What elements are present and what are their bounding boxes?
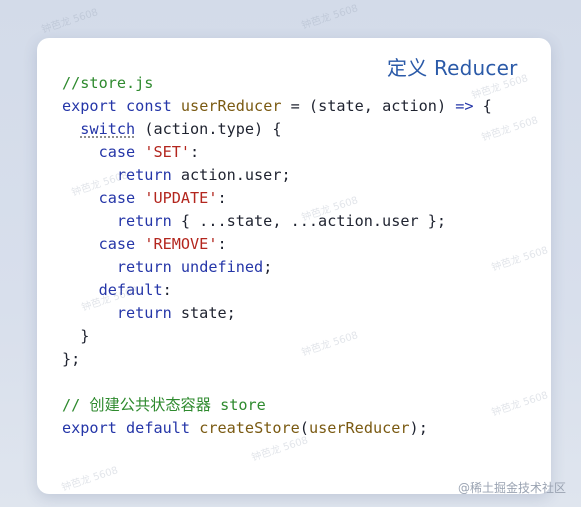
code-token: 'REMOVE' <box>144 235 218 253</box>
faint-watermark: 钟芭龙 5608 <box>40 7 100 36</box>
code-line: case 'REMOVE': <box>62 233 492 256</box>
code-line: switch (action.type) { <box>62 118 492 141</box>
code-token: : <box>217 235 227 253</box>
code-token: default <box>126 419 191 437</box>
code-token: ( <box>299 419 309 437</box>
code-token: case <box>98 143 136 161</box>
code-line: return { ...state, ...action.user }; <box>62 210 492 233</box>
code-token: case <box>98 189 136 207</box>
code-line: } <box>62 325 492 348</box>
code-token: return <box>116 304 172 322</box>
faint-watermark: 钟芭龙 5608 <box>300 3 360 32</box>
code-token: state; <box>171 304 236 322</box>
code-token: ; <box>263 258 273 276</box>
code-line: case 'UPDATE': <box>62 187 492 210</box>
code-line: }; <box>62 348 492 371</box>
code-token: return <box>116 212 172 230</box>
code-token: default <box>98 281 163 299</box>
code-token: = (state, action) <box>281 97 456 115</box>
code-block: //store.js export const userReducer = (st… <box>62 72 492 440</box>
code-line: return action.user; <box>62 164 492 187</box>
code-token: { ...state, ...action.user }; <box>171 212 447 230</box>
code-token: userReducer <box>180 97 282 115</box>
code-token: } <box>62 327 90 345</box>
code-token: return <box>116 258 172 276</box>
code-token: const <box>126 97 172 115</box>
code-token: //store.js <box>62 74 154 92</box>
code-token: // 创建公共状态容器 store <box>62 396 266 414</box>
code-token: { <box>473 97 492 115</box>
code-token: : <box>190 143 200 161</box>
code-token: switch <box>80 120 136 138</box>
code-line: // 创建公共状态容器 store <box>62 394 492 417</box>
site-watermark: @稀土掘金技术社区 <box>458 481 567 495</box>
code-token: 'UPDATE' <box>144 189 218 207</box>
code-line: export const userReducer = (state, actio… <box>62 95 492 118</box>
code-token: action.user; <box>171 166 291 184</box>
code-line: case 'SET': <box>62 141 492 164</box>
code-token: export <box>62 419 117 437</box>
code-token: 'SET' <box>144 143 191 161</box>
code-token: case <box>98 235 136 253</box>
code-token: => <box>455 97 474 115</box>
code-line: export default createStore(userReducer); <box>62 417 492 440</box>
code-line: default: <box>62 279 492 302</box>
code-token: ); <box>409 419 428 437</box>
code-line: //store.js <box>62 72 492 95</box>
code-token: : <box>217 189 227 207</box>
code-token: (action.type) { <box>135 120 282 138</box>
code-token: createStore <box>199 419 300 437</box>
code-token: }; <box>62 350 81 368</box>
code-line: return undefined; <box>62 256 492 279</box>
code-token: userReducer <box>308 419 410 437</box>
code-token: : <box>162 281 172 299</box>
code-token: export <box>62 97 117 115</box>
code-token: return <box>116 166 172 184</box>
code-token: undefined <box>180 258 264 276</box>
code-line: return state; <box>62 302 492 325</box>
